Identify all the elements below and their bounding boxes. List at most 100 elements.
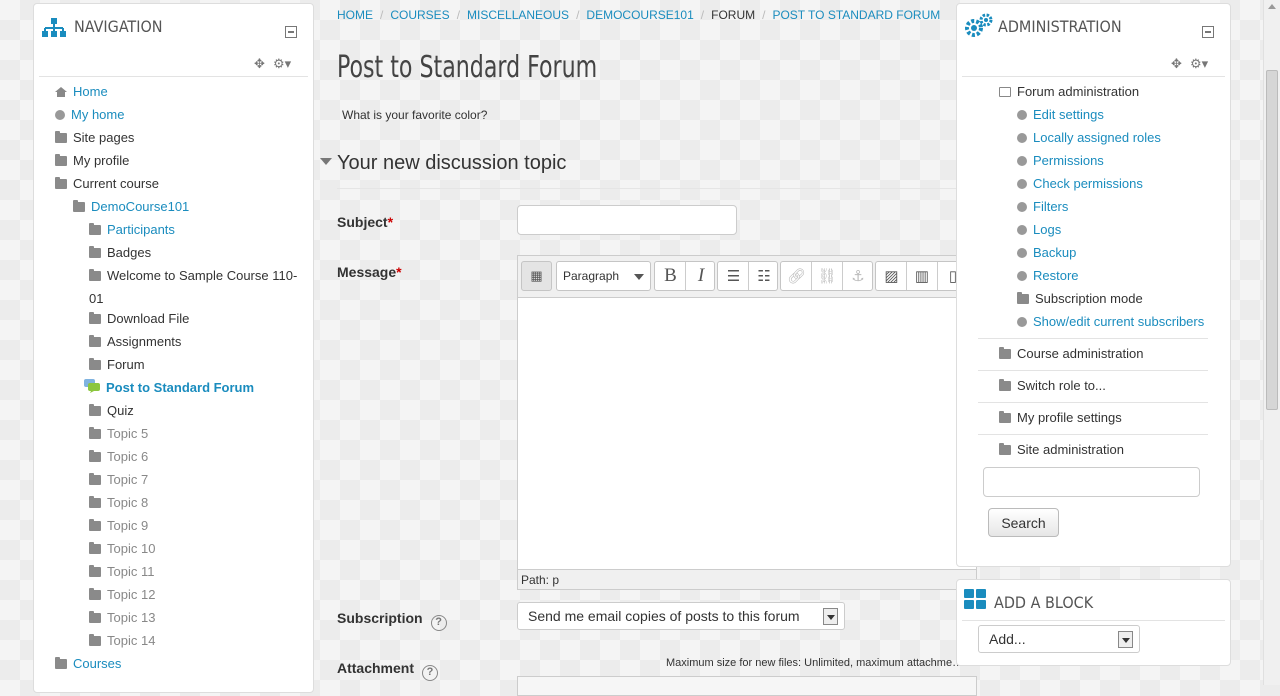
attachment-label: Attachment? <box>337 660 439 681</box>
ordered-list-button[interactable]: ☷ <box>748 262 779 290</box>
nav-item-label[interactable]: My home <box>71 107 124 122</box>
search-button[interactable]: Search <box>988 508 1059 537</box>
paragraph-select[interactable]: Paragraph <box>556 261 651 291</box>
dot-icon <box>1017 225 1027 235</box>
admin-forum-item[interactable]: Show/edit current subscribers <box>1017 313 1204 331</box>
bold-button[interactable]: B <box>655 262 686 290</box>
nav-item-label[interactable]: Courses <box>73 656 121 671</box>
admin-forum-item-label[interactable]: Filters <box>1033 199 1068 214</box>
breadcrumb-separator: / <box>700 8 705 22</box>
admin-section-divider <box>978 338 1208 339</box>
breadcrumb-item: FORUM <box>711 8 756 22</box>
forum-administration[interactable]: Forum administration <box>999 83 1139 101</box>
nav-item[interactable]: My home <box>55 106 124 124</box>
move-icon[interactable]: ✥ <box>1171 56 1182 72</box>
message-textarea[interactable] <box>518 299 976 568</box>
admin-section[interactable]: Site administration <box>999 441 1124 459</box>
admin-forum-item-label[interactable]: Locally assigned roles <box>1033 130 1161 145</box>
unordered-list-button[interactable]: ☰ <box>718 262 749 290</box>
text-style-group: B I <box>654 261 715 291</box>
breadcrumb-item[interactable]: HOME <box>337 8 373 22</box>
admin-section[interactable]: Course administration <box>999 345 1143 363</box>
folder-icon <box>55 154 67 166</box>
folder-icon <box>89 611 101 623</box>
nav-item-label: Current course <box>73 176 159 191</box>
breadcrumb-item[interactable]: POST TO STANDARD FORUM <box>772 8 940 22</box>
breadcrumb-item[interactable]: COURSES <box>390 8 449 22</box>
admin-forum-item-label[interactable]: Show/edit current subscribers <box>1033 314 1204 329</box>
toolbar-toggle-button[interactable]: ▦ <box>521 261 552 291</box>
admin-forum-item[interactable]: Restore <box>1017 267 1079 285</box>
help-icon[interactable]: ? <box>422 665 439 681</box>
admin-forum-item-label[interactable]: Restore <box>1033 268 1079 283</box>
help-icon[interactable]: ? <box>430 615 447 631</box>
navigation-collapse-button[interactable] <box>285 26 297 38</box>
administration-collapse-button[interactable] <box>1202 26 1214 38</box>
move-icon[interactable]: ✥ <box>254 56 265 72</box>
admin-search-input[interactable] <box>983 467 1200 497</box>
bullet-list-icon: ☰ <box>726 268 741 285</box>
nav-item-label: Topic 5 <box>107 426 149 441</box>
gear-icon[interactable]: ⚙▾ <box>273 56 291 72</box>
link-button[interactable]: 🔗︎ <box>781 262 812 290</box>
breadcrumb-item[interactable]: MISCELLANEOUS <box>467 8 569 22</box>
nav-item[interactable]: Courses <box>55 655 121 673</box>
admin-forum-item-label[interactable]: Permissions <box>1033 153 1104 168</box>
admin-forum-item[interactable]: Check permissions <box>1017 175 1143 193</box>
page-scrollbar[interactable] <box>1263 0 1280 685</box>
nav-item[interactable]: DemoCourse101 <box>73 198 189 216</box>
scroll-up-arrow-icon[interactable] <box>1268 4 1276 9</box>
unlink-button[interactable]: ⛓ <box>811 262 842 290</box>
folder-icon <box>89 246 101 258</box>
admin-forum-item[interactable]: Permissions <box>1017 152 1104 170</box>
add-block-select[interactable]: Add... <box>978 625 1140 653</box>
breadcrumb-item[interactable]: DEMOCOURSE101 <box>586 8 693 22</box>
nav-item-label[interactable]: Participants <box>107 222 175 237</box>
nav-item[interactable]: Participants <box>89 221 175 239</box>
media-button[interactable]: ▥ <box>906 262 937 290</box>
max-size-note: Maximum size for new files: Unlimited, m… <box>666 657 966 669</box>
nav-item-label[interactable]: Post to Standard Forum <box>106 380 254 395</box>
nav-item: Welcome to Sample Course 110- 01 <box>89 267 297 308</box>
nav-item-label: Topic 10 <box>107 541 156 556</box>
admin-forum-item[interactable]: Filters <box>1017 198 1068 216</box>
add-block-select-value: Add... <box>989 631 1026 647</box>
admin-forum-item-label[interactable]: Check permissions <box>1033 176 1143 191</box>
dot-icon <box>1017 179 1027 189</box>
gear-icon[interactable]: ⚙▾ <box>1190 56 1208 72</box>
anchor-icon: ⚓︎ <box>851 268 865 285</box>
admin-forum-item[interactable]: Edit settings <box>1017 106 1104 124</box>
folder-icon <box>89 404 101 416</box>
admin-forum-item-label[interactable]: Backup <box>1033 245 1076 260</box>
nav-item: My profile <box>55 152 129 170</box>
italic-button[interactable]: I <box>685 262 716 290</box>
admin-forum-item[interactable]: Backup <box>1017 244 1076 262</box>
page-title: Post to Standard Forum <box>337 50 598 85</box>
anchor-button[interactable]: ⚓︎ <box>842 262 873 290</box>
section-legend-label: Your new discussion topic <box>337 152 567 174</box>
subject-input[interactable] <box>517 205 737 235</box>
admin-forum-item-label[interactable]: Subscription mode <box>1035 291 1143 306</box>
nav-item[interactable]: Home <box>55 83 108 101</box>
admin-section[interactable]: My profile settings <box>999 409 1122 427</box>
admin-forum-item[interactable]: Locally assigned roles <box>1017 129 1161 147</box>
admin-section-divider <box>978 434 1208 435</box>
admin-forum-item[interactable]: Logs <box>1017 221 1061 239</box>
dropdown-arrow-icon <box>823 608 838 625</box>
link-group: 🔗︎ ⛓ ⚓︎ <box>780 261 873 291</box>
scrollbar-thumb[interactable] <box>1266 70 1278 410</box>
admin-section[interactable]: Switch role to... <box>999 377 1106 395</box>
navigation-icon <box>42 18 66 38</box>
section-legend[interactable]: Your new discussion topic <box>320 152 566 175</box>
nav-item[interactable]: Post to Standard Forum <box>84 379 254 397</box>
image-button[interactable]: ▨ <box>876 262 907 290</box>
breadcrumb-separator: / <box>456 8 461 22</box>
admin-section-divider <box>978 370 1208 371</box>
nav-item-label[interactable]: Home <box>73 84 108 99</box>
admin-forum-item-label[interactable]: Edit settings <box>1033 107 1104 122</box>
subscription-select[interactable]: Send me email copies of posts to this fo… <box>517 602 845 630</box>
admin-forum-item-label[interactable]: Logs <box>1033 222 1061 237</box>
nav-item-label[interactable]: DemoCourse101 <box>91 199 189 214</box>
admin-forum-item[interactable]: Subscription mode <box>1017 290 1143 308</box>
forum-intro: What is your favorite color? <box>342 108 488 122</box>
